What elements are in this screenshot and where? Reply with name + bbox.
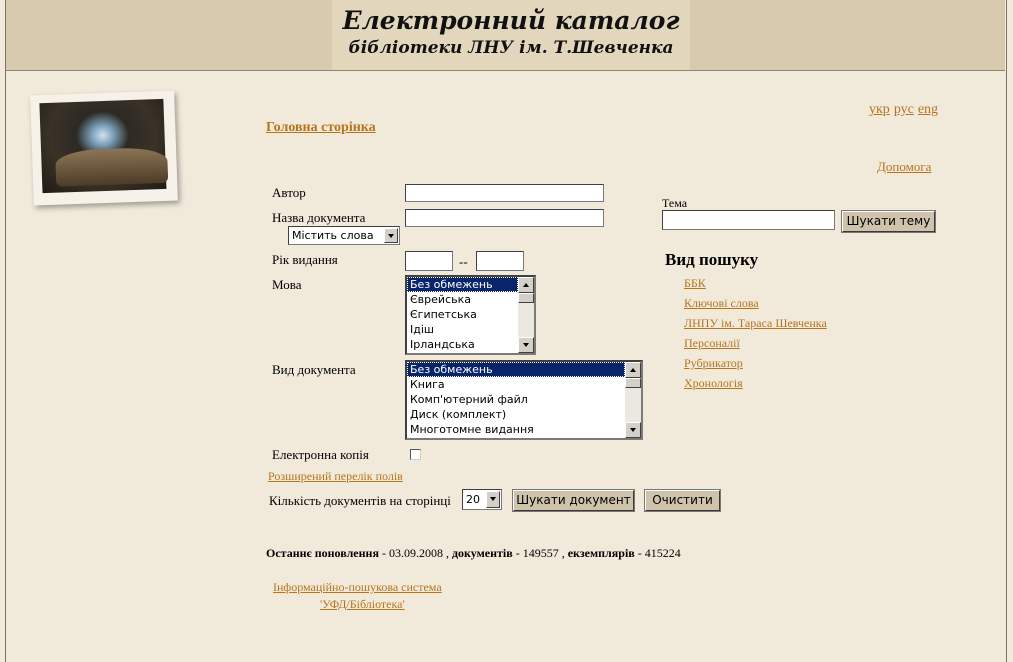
search-type-persons-link[interactable]: Персоналії: [684, 336, 740, 351]
topic-label: Тема: [662, 196, 688, 210]
ecopy-label: Електронна копія: [272, 447, 369, 462]
lang-rus-link[interactable]: рус: [894, 102, 914, 117]
author-input[interactable]: [405, 184, 604, 202]
list-item[interactable]: Диск (комплект): [407, 407, 625, 422]
list-item[interactable]: Книга: [407, 377, 625, 392]
lang-ukr-link[interactable]: укр: [869, 102, 890, 117]
help-link[interactable]: Допомога: [877, 159, 931, 175]
search-type-title: Вид пошуку: [665, 250, 759, 269]
chevron-down-icon[interactable]: [384, 228, 398, 243]
search-type-keywords-link[interactable]: Ключові слова: [684, 296, 759, 311]
language-switcher: укр рус eng: [869, 102, 942, 118]
book-photo-image: [30, 90, 178, 206]
clear-button[interactable]: Очистити: [644, 489, 721, 512]
list-item[interactable]: Єврейська: [407, 292, 518, 307]
updated-label: Останнє поновлення: [266, 546, 379, 560]
docs-label: документів: [451, 546, 513, 560]
search-type-rubricator-link[interactable]: Рубрикатор: [684, 356, 743, 371]
updated-value: - 03.09.2008 ,: [378, 546, 452, 560]
scroll-down-icon[interactable]: [518, 337, 534, 353]
list-item[interactable]: Ірландська: [407, 337, 518, 352]
language-listbox[interactable]: Без обмежень Єврейська Єгипетська Ідіш І…: [405, 275, 536, 355]
year-to-input[interactable]: [476, 251, 524, 271]
language-scrollbar[interactable]: [518, 277, 534, 353]
list-item[interactable]: Єгипетська: [407, 307, 518, 322]
title-label: Назва документа: [272, 210, 366, 225]
list-item[interactable]: Комп'ютерний файл: [407, 392, 625, 407]
title-input[interactable]: [405, 209, 604, 227]
book-photo-inner: [39, 98, 169, 194]
copies-label: екземплярів: [567, 546, 635, 560]
year-from-input[interactable]: [405, 251, 453, 271]
extended-fields-link[interactable]: Розширений перелік полів: [268, 469, 403, 484]
search-type-bbk-link[interactable]: ББК: [684, 276, 706, 291]
doctype-scrollbar[interactable]: [625, 362, 641, 438]
header-title-box: Електронний каталог бібліотеки ЛНУ ім. Т…: [332, 0, 690, 70]
home-link[interactable]: Головна сторінка: [266, 120, 376, 136]
system-link-line2[interactable]: 'УФД/Бібліотека': [320, 597, 405, 612]
author-label: Автор: [272, 185, 306, 200]
per-page-select[interactable]: 20: [462, 489, 502, 510]
ecopy-checkbox[interactable]: [410, 449, 421, 460]
list-item[interactable]: Ідіш: [407, 322, 518, 337]
doctype-label: Вид документа: [272, 362, 356, 377]
per-page-value: 20: [466, 493, 480, 506]
search-document-button[interactable]: Шукати документ: [512, 489, 635, 512]
search-topic-button[interactable]: Шукати тему: [841, 210, 936, 233]
search-type-university-link[interactable]: ЛНПУ ім. Тараса Шевченка: [684, 316, 827, 331]
scroll-thumb[interactable]: [518, 293, 534, 303]
page-header: Електронний каталог бібліотеки ЛНУ ім. Т…: [6, 0, 1005, 71]
copies-value: - 415224: [634, 546, 681, 560]
list-item[interactable]: Без обмежень: [407, 362, 625, 377]
scroll-thumb[interactable]: [625, 378, 641, 388]
language-label: Мова: [272, 277, 302, 292]
scroll-down-icon[interactable]: [625, 422, 641, 438]
scroll-up-icon[interactable]: [625, 362, 641, 378]
lang-eng-link[interactable]: eng: [918, 102, 938, 117]
chevron-down-icon[interactable]: [486, 491, 500, 508]
year-label: Рік видання: [272, 252, 338, 267]
topic-input[interactable]: [662, 210, 835, 230]
search-type-chronology-link[interactable]: Хронологія: [684, 376, 743, 391]
update-stats: Останнє поновлення - 03.09.2008 , докуме…: [266, 546, 681, 561]
year-separator: --: [459, 254, 468, 269]
list-item[interactable]: Многотомне видання: [407, 422, 625, 437]
header-title: Електронний каталог: [342, 6, 680, 35]
left-frame-border: [0, 0, 6, 662]
system-link-line1[interactable]: Інформаційно-пошукова система: [273, 580, 442, 595]
per-page-label: Кількість документів на сторінці: [269, 493, 451, 508]
scroll-up-icon[interactable]: [518, 277, 534, 293]
list-item[interactable]: Без обмежень: [407, 277, 518, 292]
docs-value: - 149557 ,: [512, 546, 568, 560]
title-mode-value: Містить слова: [292, 229, 374, 242]
open-book-shape: [55, 146, 169, 187]
right-frame-border: [1006, 0, 1013, 662]
doctype-listbox[interactable]: Без обмежень Книга Комп'ютерний файл Дис…: [405, 360, 643, 440]
title-mode-select[interactable]: Містить слова: [288, 226, 400, 245]
header-subtitle: бібліотеки ЛНУ ім. Т.Шевченка: [348, 38, 674, 58]
